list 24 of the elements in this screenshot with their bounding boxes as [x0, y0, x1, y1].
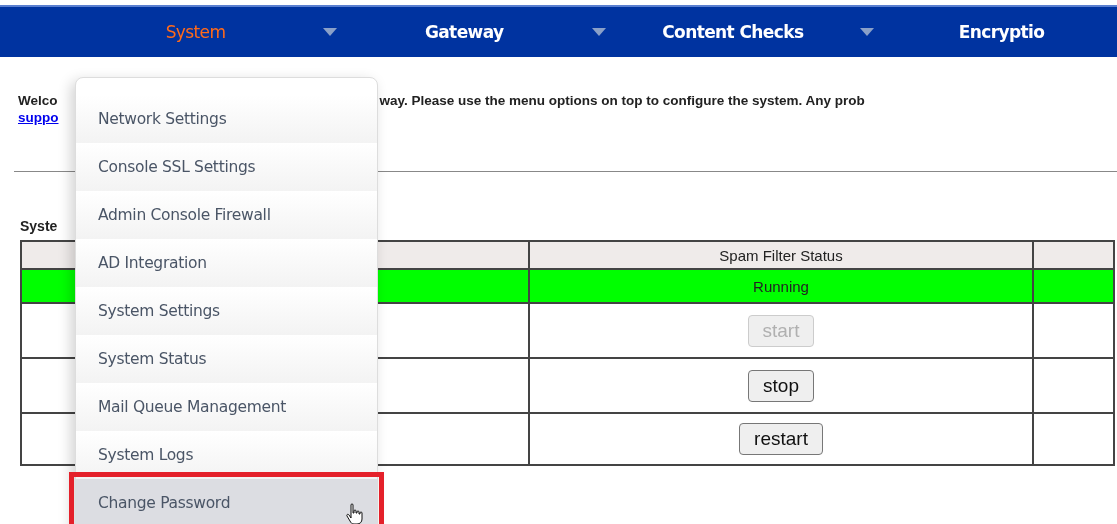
welcome-text: way. Please use the menu options on top to configure the system. Any prob [379, 93, 865, 110]
menu-item[interactable]: Network Settings [76, 95, 377, 143]
caret-icon[interactable] [322, 28, 337, 36]
menu-item[interactable]: System Settings [76, 287, 377, 335]
hand-cursor-icon [345, 503, 365, 524]
caret-icon[interactable] [591, 28, 606, 36]
welcome-text: Welco [18, 93, 58, 110]
action-button[interactable]: restart [739, 423, 823, 455]
table-header: Spam Filter Status [529, 241, 1033, 269]
nav-item[interactable]: Encryptio [885, 22, 1117, 42]
status-cell: Running [529, 269, 1033, 303]
menu-item[interactable]: Admin Console Firewall [76, 191, 377, 239]
menu-item[interactable]: Mail Queue Management [76, 383, 377, 431]
menu-item[interactable]: System Logs [76, 431, 377, 479]
menu-item[interactable]: AD Integration [76, 239, 377, 287]
menu-item[interactable]: System Status [76, 335, 377, 383]
support-link[interactable]: suppo [18, 110, 59, 127]
menu-item[interactable]: Console SSL Settings [76, 143, 377, 191]
nav-item[interactable]: Content Checks [617, 22, 849, 42]
section-title: Syste [20, 218, 59, 234]
action-button[interactable]: stop [748, 369, 814, 402]
caret-icon[interactable] [860, 28, 875, 36]
nav-item[interactable]: System [80, 22, 312, 42]
nav-item[interactable]: Gateway [348, 22, 580, 42]
